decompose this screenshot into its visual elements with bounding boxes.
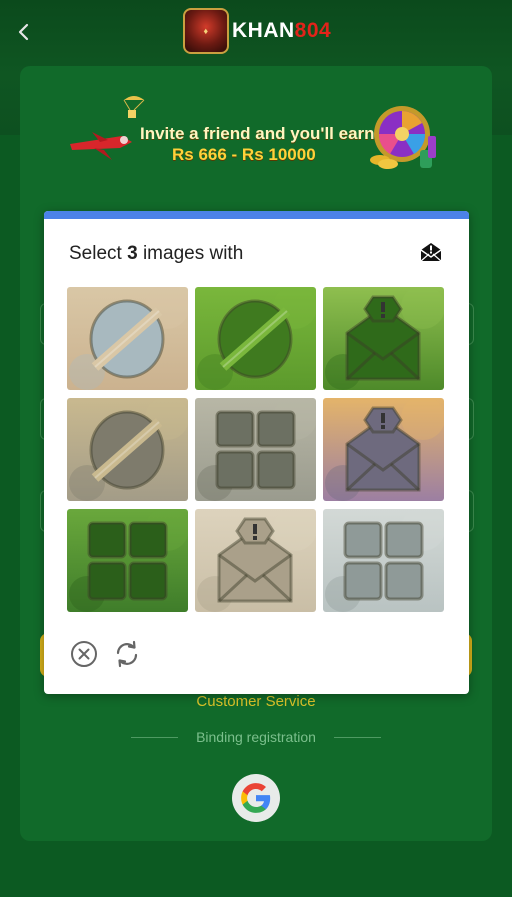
- prompt-suffix: images with: [137, 243, 244, 264]
- chevron-left-icon: [18, 23, 29, 41]
- captcha-image-grid: [67, 287, 444, 612]
- captcha-tile[interactable]: [67, 287, 188, 390]
- captcha-prompt: Select 3 images with: [69, 243, 243, 265]
- logo-badge-icon: ♦: [183, 8, 229, 54]
- brand-logo: ♦ KHAN804: [183, 8, 331, 54]
- prompt-count: 3: [127, 243, 138, 264]
- captcha-accent-bar: [44, 211, 469, 219]
- captcha-tile[interactable]: [195, 509, 316, 612]
- close-circle-icon[interactable]: [69, 639, 99, 669]
- refresh-icon[interactable]: [112, 639, 142, 669]
- captcha-tile[interactable]: [323, 287, 444, 390]
- back-button[interactable]: [10, 18, 38, 46]
- customer-service-link[interactable]: Customer Service: [0, 693, 512, 710]
- parachute-icon: [123, 96, 145, 118]
- banner-amount: Rs 666 - Rs 10000: [172, 145, 316, 164]
- captcha-modal: Select 3 images with: [44, 211, 469, 694]
- divider-right: [334, 737, 381, 738]
- captcha-tile[interactable]: [195, 287, 316, 390]
- google-icon: [241, 783, 271, 813]
- captcha-tile[interactable]: [323, 509, 444, 612]
- captcha-tile[interactable]: [67, 398, 188, 501]
- logo-text-red: 804: [294, 19, 332, 42]
- binding-registration-label: Binding registration: [196, 729, 316, 745]
- mail-alert-icon: [420, 243, 442, 262]
- logo-text-white: KHAN: [232, 19, 295, 42]
- logo-text: KHAN804: [232, 19, 331, 43]
- captcha-tile[interactable]: [195, 398, 316, 501]
- banner-headline: Invite a friend and you'll earn: [140, 124, 375, 143]
- prompt-prefix: Select: [69, 243, 128, 264]
- captcha-tile[interactable]: [67, 509, 188, 612]
- captcha-tile[interactable]: [323, 398, 444, 501]
- plane-icon: [70, 132, 132, 160]
- google-login-button[interactable]: [232, 774, 280, 822]
